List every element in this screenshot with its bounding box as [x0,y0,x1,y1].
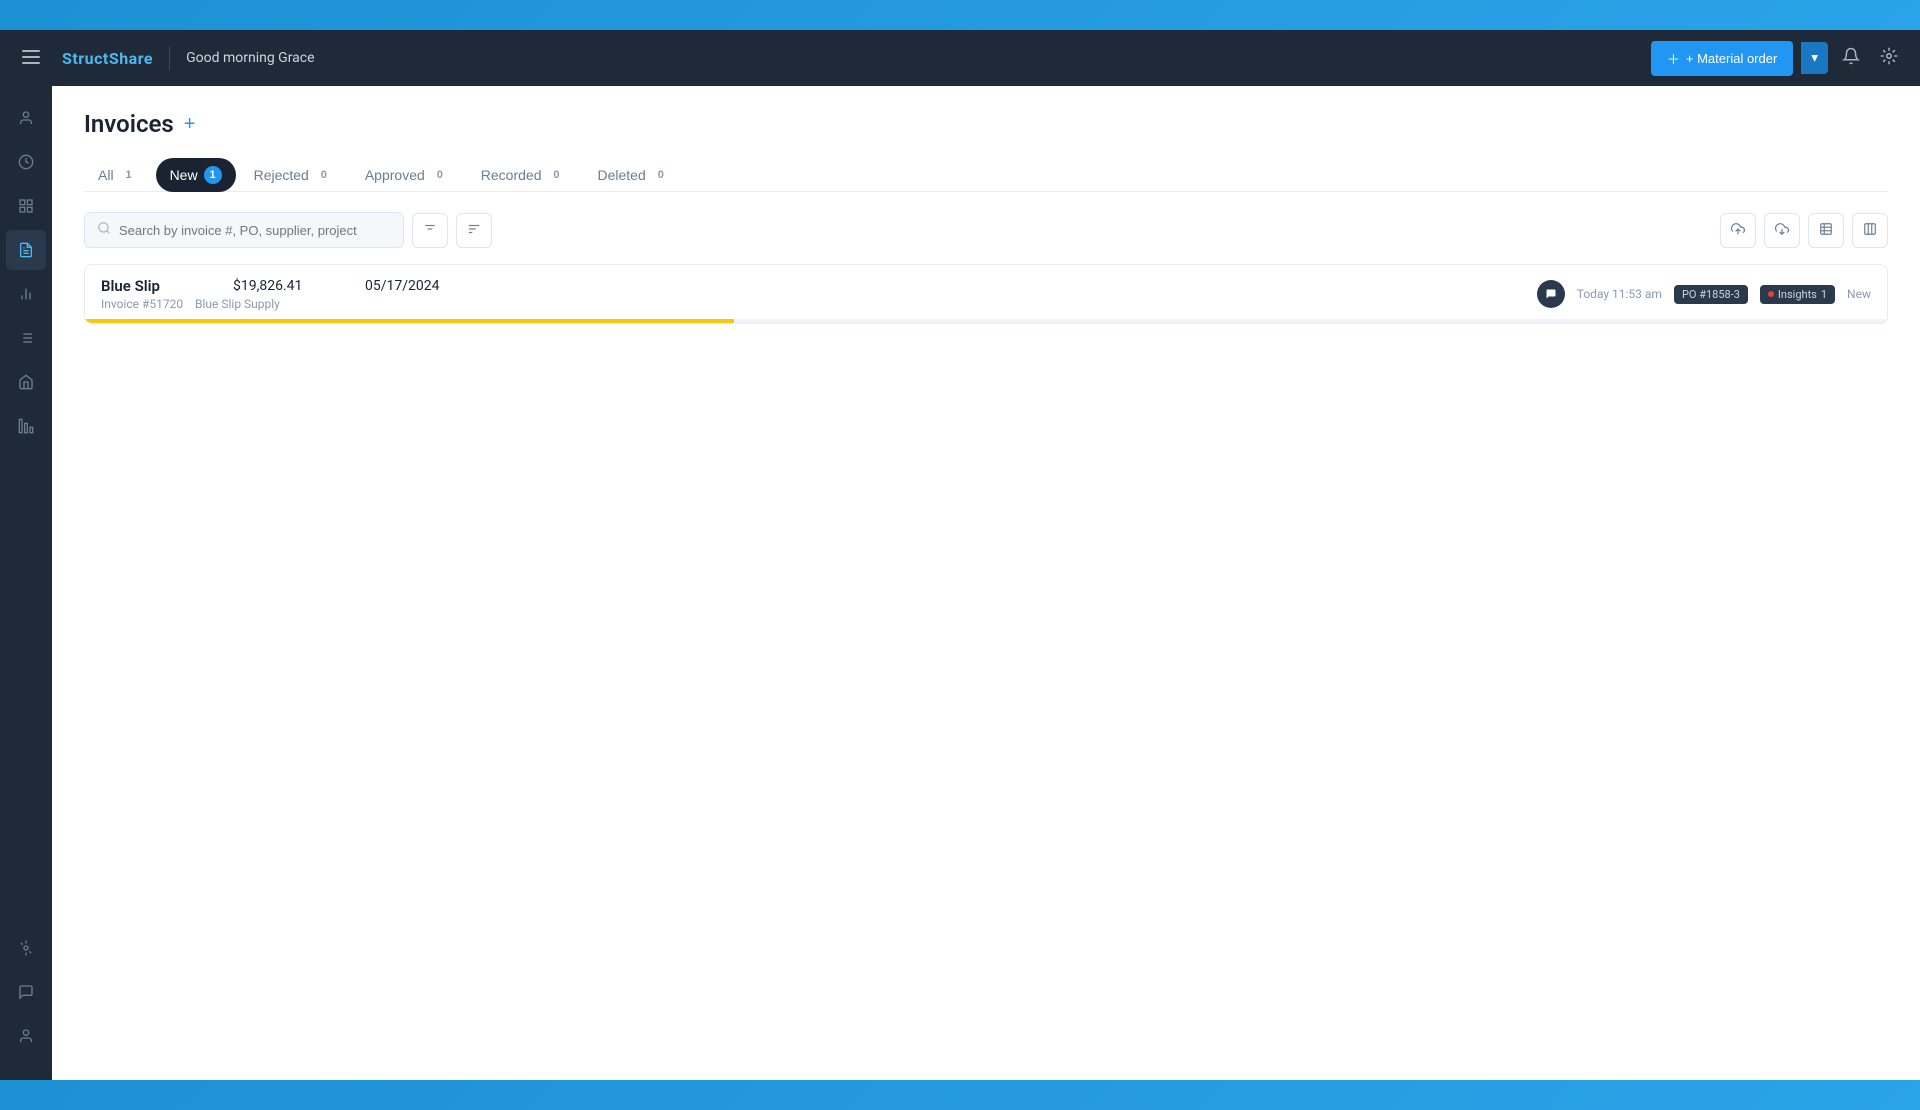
invoice-list: Blue Slip $19,826.41 05/17/2024 Invoice … [84,264,1888,324]
header-greeting: Good morning Grace [186,50,1635,66]
tab-recorded-badge: 0 [547,166,565,184]
table-view-button[interactable] [1808,213,1844,248]
sidebar-item-list[interactable] [6,318,46,358]
invoice-progress-bar-container [85,319,1887,323]
invoice-name: Blue Slip [101,277,201,295]
insights-count: 1 [1821,288,1827,301]
page-title: Invoices [84,110,174,138]
invoice-timestamp: Today 11:53 am [1577,287,1662,301]
notifications-button[interactable] [1836,41,1866,76]
sidebar-item-bar-chart[interactable] [6,406,46,446]
app-header: StructShare Good morning Grace ＋ + Mater… [0,30,1920,86]
bottom-decorative-bar [0,1080,1920,1110]
invoice-date: 05/17/2024 [365,278,440,294]
tab-approved[interactable]: Approved 0 [351,158,463,192]
invoice-tabs: All 1 New 1 Rejected 0 Approved 0 Record… [84,158,1888,192]
invoice-right-section: Today 11:53 am PO #1858-3 Insights 1 New [1537,280,1871,308]
header-divider [169,46,170,70]
tab-new[interactable]: New 1 [156,158,236,192]
tab-deleted-label: Deleted [597,167,645,183]
invoice-status: New [1847,287,1871,301]
sidebar-item-document[interactable] [6,230,46,270]
search-box[interactable] [84,212,404,248]
po-badge: PO #1858-3 [1674,285,1748,304]
tab-rejected[interactable]: Rejected 0 [240,158,347,192]
sidebar-bottom [6,928,46,1068]
toolbar-right-actions [1720,213,1888,248]
tab-all-badge: 1 [120,166,138,184]
sidebar-item-chart[interactable] [6,274,46,314]
chevron-down-icon: ▾ [1811,50,1818,65]
search-input[interactable] [119,223,391,238]
upload-button[interactable] [1720,213,1756,248]
hamburger-menu-button[interactable] [16,42,46,75]
sidebar-item-user[interactable] [6,98,46,138]
table-row[interactable]: Blue Slip $19,826.41 05/17/2024 Invoice … [84,264,1888,324]
sidebar-item-grid[interactable] [6,186,46,226]
tab-approved-badge: 0 [431,166,449,184]
invoice-number: Invoice #51720 [101,297,183,311]
invoice-supplier: Blue Slip Supply [195,297,280,311]
plus-icon: ＋ [1667,49,1680,68]
tab-approved-label: Approved [365,167,425,183]
insights-label: Insights [1778,288,1817,301]
invoice-row-content: Blue Slip $19,826.41 05/17/2024 Invoice … [101,277,1871,311]
add-invoice-button[interactable]: + [184,114,196,134]
invoice-primary-info: Blue Slip $19,826.41 05/17/2024 [101,277,1521,295]
search-icon [97,221,111,239]
tab-rejected-label: Rejected [254,167,309,183]
comment-bubble-icon[interactable] [1537,280,1565,308]
sidebar-item-history[interactable] [6,142,46,182]
sidebar [0,86,52,1080]
tab-all-label: All [98,167,114,183]
tab-deleted-badge: 0 [652,166,670,184]
invoice-toolbar [84,212,1888,248]
tab-recorded[interactable]: Recorded 0 [467,158,580,192]
main-content: Invoices + All 1 New 1 Rejected 0 Approv… [52,86,1920,1080]
download-button[interactable] [1764,213,1800,248]
tab-all[interactable]: All 1 [84,158,152,192]
material-order-dropdown[interactable]: ▾ [1801,42,1828,74]
settings-button[interactable] [1874,41,1904,76]
tab-recorded-label: Recorded [481,167,542,183]
insights-dot [1768,291,1774,297]
tab-deleted[interactable]: Deleted 0 [583,158,683,192]
material-order-label: + Material order [1686,51,1777,66]
invoice-amount: $19,826.41 [233,278,333,294]
header-actions: ＋ + Material order ▾ [1651,41,1904,76]
page-header: Invoices + [84,110,1888,138]
invoice-sub-info: Invoice #51720 Blue Slip Supply [101,297,1521,311]
sidebar-item-chat[interactable] [6,972,46,1012]
material-order-button[interactable]: ＋ + Material order [1651,41,1793,76]
sidebar-item-profile[interactable] [6,1016,46,1056]
invoice-info-block: Blue Slip $19,826.41 05/17/2024 Invoice … [101,277,1521,311]
app-logo: StructShare [62,49,153,68]
tab-new-badge: 1 [204,166,222,184]
sidebar-item-home[interactable] [6,362,46,402]
tab-rejected-badge: 0 [315,166,333,184]
sidebar-item-settings[interactable] [6,928,46,968]
sort-button[interactable] [456,213,492,248]
top-decorative-bar [0,0,1920,30]
tab-new-label: New [170,167,198,183]
filter-button[interactable] [412,213,448,248]
insights-badge[interactable]: Insights 1 [1760,285,1835,304]
main-layout: Invoices + All 1 New 1 Rejected 0 Approv… [0,86,1920,1080]
invoice-progress-bar-fill [85,319,734,323]
columns-button[interactable] [1852,213,1888,248]
